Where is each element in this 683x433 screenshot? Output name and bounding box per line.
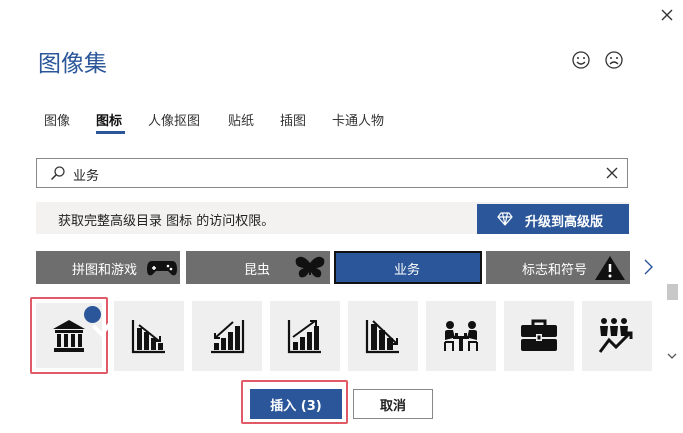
search-icon — [50, 166, 65, 181]
scrollbar-thumb[interactable] — [667, 284, 678, 300]
tab-illustrations[interactable]: 插图 — [280, 110, 306, 129]
category-label: 昆虫 — [244, 263, 271, 278]
category-insects[interactable]: 昆虫 — [186, 251, 330, 284]
vertical-scrollbar[interactable] — [666, 282, 678, 372]
icon-tile-team-growth[interactable] — [582, 301, 652, 371]
icon-tile-chart-up[interactable] — [192, 301, 262, 371]
search-input[interactable] — [71, 162, 595, 186]
premium-banner-text: 获取完整高级目录 图标 的访问权限。 — [58, 214, 275, 229]
active-tab-indicator — [96, 131, 125, 134]
chart-down-icon — [131, 320, 165, 354]
chevron-right-icon[interactable] — [641, 257, 655, 277]
category-business[interactable]: 业务 — [334, 251, 482, 284]
upgrade-label: 升级到高级版 — [525, 215, 604, 230]
chart-growth-icon — [287, 320, 321, 354]
selected-check-icon — [84, 306, 117, 338]
tab-cutout-people[interactable]: 人像抠图 — [148, 110, 200, 129]
chart-up-icon — [211, 320, 245, 354]
meeting-icon — [444, 321, 478, 351]
chart-decline-icon — [365, 320, 399, 354]
category-label: 标志和符号 — [522, 263, 588, 278]
warning-icon — [595, 256, 625, 280]
clear-search-icon[interactable] — [605, 166, 619, 180]
diamond-icon — [497, 212, 513, 226]
scroll-down-icon[interactable] — [666, 350, 678, 362]
tab-icons[interactable]: 图标 — [96, 110, 122, 129]
category-label: 拼图和游戏 — [72, 263, 138, 278]
icon-tile-briefcase[interactable] — [504, 301, 574, 371]
butterfly-icon — [295, 256, 325, 278]
cancel-button[interactable]: 取消 — [353, 389, 433, 419]
icon-tile-chart-growth[interactable] — [270, 301, 340, 371]
icon-tile-meeting[interactable] — [426, 301, 496, 371]
gamepad-icon — [147, 261, 177, 276]
frown-feedback-icon[interactable] — [604, 50, 624, 70]
search-box — [36, 158, 628, 188]
team-growth-icon — [598, 318, 633, 353]
icon-tile-bank[interactable] — [30, 297, 117, 374]
icon-tile-chart-down[interactable] — [114, 301, 184, 371]
bank-icon — [53, 320, 85, 352]
tab-images[interactable]: 图像 — [44, 110, 70, 129]
category-label: 业务 — [394, 263, 421, 278]
close-icon[interactable] — [658, 6, 676, 24]
briefcase-icon — [521, 319, 557, 351]
category-signs-symbols[interactable]: 标志和符号 — [486, 251, 630, 284]
upgrade-button[interactable]: 升级到高级版 — [477, 204, 629, 234]
icon-tile-chart-decline[interactable] — [348, 301, 418, 371]
tab-stickers[interactable]: 贴纸 — [228, 110, 254, 129]
insert-button[interactable]: 插入 (3) — [250, 389, 342, 419]
tab-cartoon-people[interactable]: 卡通人物 — [332, 110, 384, 129]
icon-collection-dialog: 图像集 图像 图标 人像抠图 贴纸 插图 卡通人物 获取完整高级目录 图标 的访… — [0, 0, 683, 433]
category-puzzles-games[interactable]: 拼图和游戏 — [36, 251, 180, 284]
smile-feedback-icon[interactable] — [571, 50, 591, 70]
dialog-title: 图像集 — [38, 51, 107, 77]
